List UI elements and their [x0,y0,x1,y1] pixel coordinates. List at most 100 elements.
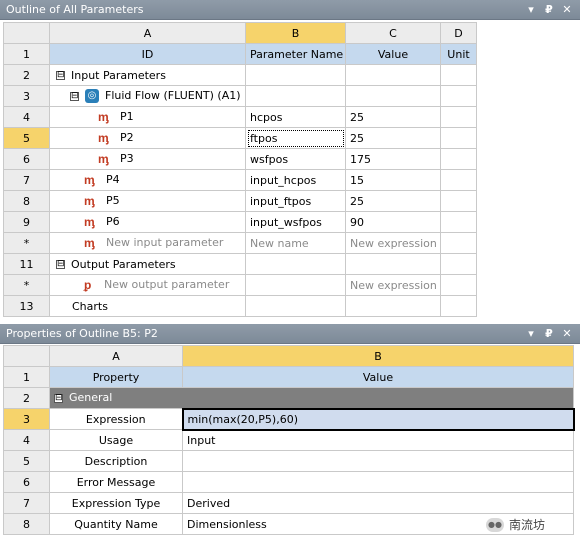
row-number-selected[interactable]: 3 [3,408,50,430]
unit-cell[interactable] [440,190,477,212]
property-row[interactable]: 7 Expression Type Derived [3,492,574,514]
row-number[interactable]: 9 [3,211,50,233]
pin-icon[interactable]: ₽ [542,324,556,344]
column-b-header[interactable]: B [245,22,346,44]
parameter-name-cell[interactable] [245,253,346,275]
description-field[interactable] [182,450,574,472]
row-number[interactable]: 3 [3,85,50,107]
table-row[interactable]: 8 ᶆ P5 input_ftpos 25 [3,190,477,212]
value-cell[interactable]: 175 [345,148,441,170]
parameter-name-cell[interactable]: wsfpos [245,148,346,170]
row-number[interactable]: 13 [3,295,50,317]
close-icon[interactable]: ✕ [560,324,574,344]
row-number[interactable]: 6 [3,471,50,493]
collapse-icon[interactable]: ⊟ [56,71,65,80]
value-cell[interactable] [345,64,441,86]
row-number[interactable]: 5 [3,450,50,472]
unit-cell[interactable] [440,253,477,275]
collapse-icon[interactable]: ⊟ [56,260,65,269]
unit-cell[interactable] [440,64,477,86]
row-number[interactable]: 8 [3,513,50,535]
fluid-flow-system-item[interactable]: ⊟ ◎ Fluid Flow (FLUENT) (A1) [49,85,246,107]
unit-cell[interactable] [440,148,477,170]
value-cell[interactable]: 15 [345,169,441,191]
unit-cell[interactable] [440,232,477,254]
charts-item[interactable]: Charts [49,295,246,317]
table-row[interactable]: 13 Charts [3,295,477,317]
value-cell[interactable] [345,85,441,107]
pin-icon[interactable]: ₽ [542,0,556,20]
new-input-row[interactable]: * ᶆ New input parameter New name New expr… [3,232,477,254]
general-group-header[interactable]: ⊟ General [49,387,574,409]
general-group-row[interactable]: 2 ⊟ General [3,387,574,409]
table-row[interactable]: 9 ᶆ P6 input_wsfpos 90 [3,211,477,233]
row-number[interactable]: 7 [3,492,50,514]
row-number[interactable]: 4 [3,106,50,128]
value-cell[interactable]: 25 [345,190,441,212]
column-c-header[interactable]: C [345,22,441,44]
new-output-row[interactable]: * ᵱ New output parameter New expression [3,274,477,296]
usage-value[interactable]: Input [182,429,574,451]
column-b-header[interactable]: B [182,345,574,367]
row-number[interactable]: 6 [3,148,50,170]
table-row[interactable]: 3 ⊟ ◎ Fluid Flow (FLUENT) (A1) [3,85,477,107]
new-expression-cell[interactable]: New expression [345,232,441,254]
table-row[interactable]: 6 ᶆ P3 wsfpos 175 [3,148,477,170]
parameter-name-cell[interactable] [245,64,346,86]
unit-cell[interactable] [440,274,477,296]
table-row[interactable]: 7 ᶆ P4 input_hcpos 15 [3,169,477,191]
row-number[interactable]: * [3,274,50,296]
unit-cell[interactable] [440,106,477,128]
value-cell[interactable]: 25 [345,106,441,128]
row-number[interactable]: 8 [3,190,50,212]
parameter-name-cell[interactable]: input_wsfpos [245,211,346,233]
row-number[interactable]: 1 [3,43,50,65]
expression-field[interactable]: min(max(20,P5),60) [181,407,575,431]
new-expression-cell[interactable]: New expression [345,274,441,296]
row-number[interactable]: 2 [3,387,50,409]
panel-menu-icon[interactable]: ▾ [524,324,538,344]
parameter-name-cell[interactable]: input_hcpos [245,169,346,191]
column-a-header[interactable]: A [49,22,246,44]
unit-cell[interactable] [440,295,477,317]
property-row[interactable]: 4 Usage Input [3,429,574,451]
new-name-cell[interactable]: New name [245,232,346,254]
value-cell[interactable]: 25 [345,127,441,149]
parameter-name-cell[interactable] [245,274,346,296]
row-number[interactable]: 4 [3,429,50,451]
column-d-header[interactable]: D [440,22,477,44]
property-row[interactable]: 5 Description [3,450,574,472]
parameter-id-cell[interactable]: ᶆ P2 [49,127,246,149]
parameter-id-cell[interactable]: ᶆ P4 [49,169,246,191]
table-row[interactable]: 2 ⊟ Input Parameters [3,64,477,86]
unit-cell[interactable] [440,85,477,107]
unit-cell[interactable] [440,169,477,191]
column-a-header[interactable]: A [49,345,183,367]
output-parameters-group[interactable]: ⊟ Output Parameters [49,253,246,275]
property-row[interactable]: 3 Expression min(max(20,P5),60) [3,407,575,431]
table-row[interactable]: 5 ᶆ P2 ftpos 25 [3,127,477,149]
row-number-selected[interactable]: 5 [3,127,50,149]
new-input-parameter-cell[interactable]: ᶆ New input parameter [49,232,246,254]
new-output-parameter-cell[interactable]: ᵱ New output parameter [49,274,246,296]
parameter-name-cell[interactable] [245,295,346,317]
parameter-id-cell[interactable]: ᶆ P3 [49,148,246,170]
parameter-id-cell[interactable]: ᶆ P6 [49,211,246,233]
row-number[interactable]: 1 [3,366,50,388]
row-number[interactable]: 7 [3,169,50,191]
table-row[interactable]: 11 ⊟ Output Parameters [3,253,477,275]
row-number[interactable]: * [3,232,50,254]
value-cell[interactable]: 90 [345,211,441,233]
input-parameters-group[interactable]: ⊟ Input Parameters [49,64,246,86]
parameter-id-cell[interactable]: ᶆ P1 [49,106,246,128]
parameter-name-cell[interactable] [245,85,346,107]
parameter-name-cell[interactable]: input_ftpos [245,190,346,212]
row-number[interactable]: 11 [3,253,50,275]
collapse-icon[interactable]: ⊟ [54,393,63,403]
panel-menu-icon[interactable]: ▾ [524,0,538,20]
parameter-name-cell-selected[interactable]: ftpos [245,127,346,149]
value-cell[interactable] [345,295,441,317]
unit-cell[interactable] [440,211,477,233]
value-cell[interactable] [345,253,441,275]
row-number[interactable]: 2 [3,64,50,86]
